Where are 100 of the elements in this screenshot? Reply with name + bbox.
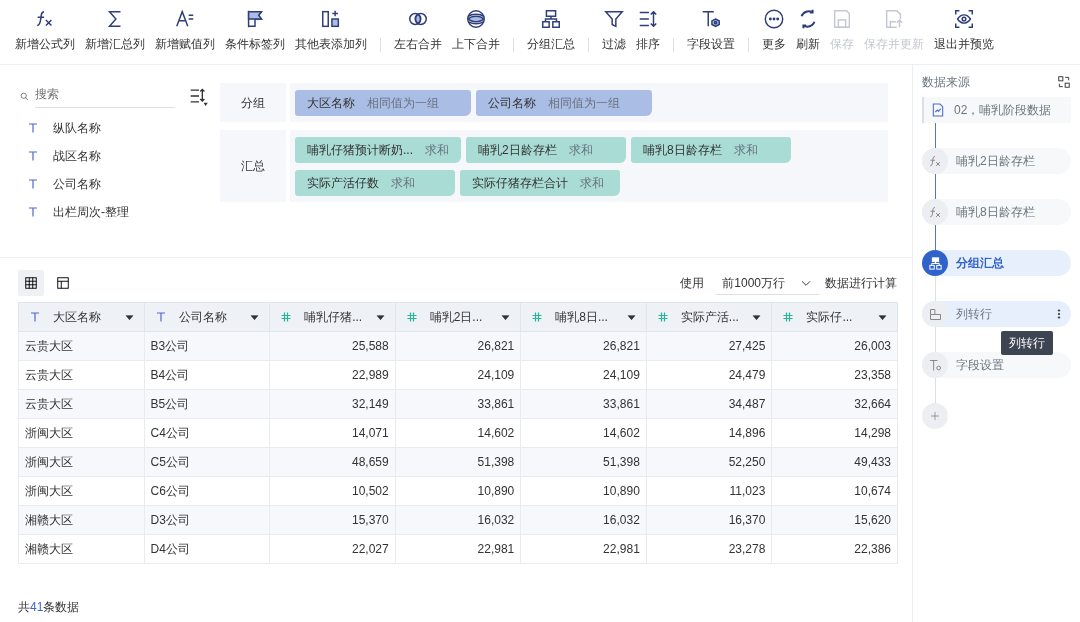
toolbar-button[interactable]: 上下合并 xyxy=(447,8,505,53)
table-cell: 33,861 xyxy=(395,389,521,419)
toolbar-button[interactable]: 新增汇总列 xyxy=(80,8,150,53)
toolbar-button[interactable]: 新增公式列 xyxy=(10,8,80,53)
pipeline-step[interactable]: 分组汇总 xyxy=(922,250,1071,276)
table-cell: 51,398 xyxy=(520,447,647,477)
dropdown-icon xyxy=(124,312,134,322)
table-cell: 26,821 xyxy=(520,331,647,361)
toolbar-button[interactable]: 排序 xyxy=(631,8,665,53)
range-label: 使用 xyxy=(680,275,705,292)
table-cell: B5公司 xyxy=(144,389,270,419)
toolbar-button[interactable]: 条件标签列 xyxy=(220,8,290,53)
pipeline-step[interactable]: 02，哺乳阶段数据 xyxy=(922,97,1071,123)
tooltip: 列转行 xyxy=(1001,331,1053,355)
table-cell: 浙闽大区 xyxy=(18,447,145,477)
column-header[interactable]: 实际产活... xyxy=(646,302,772,332)
more-icon xyxy=(763,8,785,30)
field-chip[interactable]: 实际仔猪存栏合计 求和 xyxy=(460,170,620,196)
table-cell: 云贵大区 xyxy=(18,331,145,361)
table-cell: 24,479 xyxy=(646,360,772,390)
field-chip[interactable]: 哺乳仔猪预计断奶... 求和 xyxy=(295,137,461,163)
search-field[interactable]: 搜索 xyxy=(35,85,175,108)
field-chip[interactable]: 公司名称 相同值为一组 xyxy=(476,90,652,116)
dropdown-icon xyxy=(375,312,385,322)
number-type-icon xyxy=(782,311,795,323)
column-header[interactable]: 大区名称 xyxy=(18,302,145,332)
toolbar-button[interactable]: 刷新 xyxy=(791,8,825,53)
table-cell: 24,109 xyxy=(395,360,521,390)
text-type-icon xyxy=(27,178,39,190)
config-label: 分组 xyxy=(220,83,286,122)
field-chip[interactable]: 哺乳2日龄存栏 求和 xyxy=(466,137,626,163)
column-header[interactable]: 公司名称 xyxy=(144,302,270,332)
toolbar-button[interactable]: 过滤 xyxy=(597,8,631,53)
hierarchy-icon xyxy=(540,8,562,30)
toolbar-button[interactable]: 分组汇总 xyxy=(522,8,580,53)
table-cell: 湘赣大区 xyxy=(18,534,145,564)
table-cell: 51,398 xyxy=(395,447,521,477)
column-header[interactable]: 实际仔... xyxy=(771,302,898,332)
number-type-icon xyxy=(280,311,293,323)
field-chip[interactable]: 大区名称 相同值为一组 xyxy=(295,90,471,116)
table-cell: 23,358 xyxy=(771,360,898,390)
table-cell: 16,370 xyxy=(646,505,772,535)
table-cell: 10,674 xyxy=(771,476,898,506)
fx-icon xyxy=(927,153,943,169)
pipeline-step[interactable]: 哺乳8日龄存栏 xyxy=(922,199,1071,225)
table-cell: 14,071 xyxy=(269,418,396,448)
table-cell: 32,149 xyxy=(269,389,396,419)
table-cell: 14,602 xyxy=(395,418,521,448)
field-chip[interactable]: 实际产活仔数 求和 xyxy=(295,170,455,196)
toolbar-button[interactable]: 新增赋值列 xyxy=(150,8,220,53)
table-cell: D4公司 xyxy=(144,534,270,564)
pipeline-step[interactable]: 列转行 xyxy=(922,301,1071,327)
table-cell: 24,109 xyxy=(520,360,647,390)
table-cell: 22,981 xyxy=(395,534,521,564)
column-header[interactable]: 哺乳8日... xyxy=(520,302,647,332)
hierarchy-icon xyxy=(927,255,943,271)
text-type-icon xyxy=(27,206,39,218)
field-item[interactable]: 战区名称 xyxy=(15,142,210,170)
toolbar-button[interactable]: 字段设置 xyxy=(682,8,740,53)
field-item[interactable]: 纵队名称 xyxy=(15,114,210,142)
view-toggle-button[interactable] xyxy=(18,270,44,296)
field-chip[interactable]: 哺乳8日龄存栏 求和 xyxy=(631,137,791,163)
number-type-icon xyxy=(405,311,418,323)
table-cell: 22,989 xyxy=(269,360,396,390)
table-cell: 27,425 xyxy=(646,331,772,361)
number-type-icon xyxy=(531,311,544,323)
fx-icon xyxy=(927,204,943,220)
config-label: 汇总 xyxy=(220,130,286,202)
table-cell: C5公司 xyxy=(144,447,270,477)
table-cell: 33,861 xyxy=(520,389,647,419)
toolbar-button[interactable]: 其他表添加列 xyxy=(290,8,372,53)
pivot-icon xyxy=(927,306,943,322)
field-item[interactable]: 公司名称 xyxy=(15,170,210,198)
table-cell: C6公司 xyxy=(144,476,270,506)
row-limit-select[interactable]: 前1000万行 xyxy=(716,271,819,295)
filter-icon xyxy=(603,8,625,30)
pipeline-step[interactable]: 哺乳2日龄存栏 xyxy=(922,148,1071,174)
panel-title: 数据来源 xyxy=(922,74,970,91)
record-count: 共41条数据 xyxy=(18,599,80,616)
table-cell: C4公司 xyxy=(144,418,270,448)
column-header[interactable]: 哺乳仔猪... xyxy=(269,302,396,332)
table-cell: 浙闽大区 xyxy=(18,418,145,448)
column-header[interactable]: 哺乳2日... xyxy=(395,302,521,332)
table-cell: 22,981 xyxy=(520,534,647,564)
toolbar-button[interactable]: 左右合并 xyxy=(389,8,447,53)
table-cell: 22,386 xyxy=(771,534,898,564)
toolbar-button[interactable]: 退出并预览 xyxy=(929,8,999,53)
plus-icon xyxy=(929,410,941,422)
range-label: 数据进行计算 xyxy=(825,275,897,292)
toolbar-button[interactable]: 更多 xyxy=(757,8,791,53)
text-type-icon xyxy=(29,311,41,323)
field-item[interactable]: 出栏周次-整理 xyxy=(15,198,210,226)
swap-icon xyxy=(1057,75,1071,89)
table-cell: 16,032 xyxy=(395,505,521,535)
table-cell: 26,821 xyxy=(395,331,521,361)
pipeline-step[interactable]: 字段设置 xyxy=(922,352,1071,378)
text-type-icon xyxy=(27,122,39,134)
table-cell: 32,664 xyxy=(771,389,898,419)
document-arrow-icon xyxy=(883,8,905,30)
table-cell: D3公司 xyxy=(144,505,270,535)
